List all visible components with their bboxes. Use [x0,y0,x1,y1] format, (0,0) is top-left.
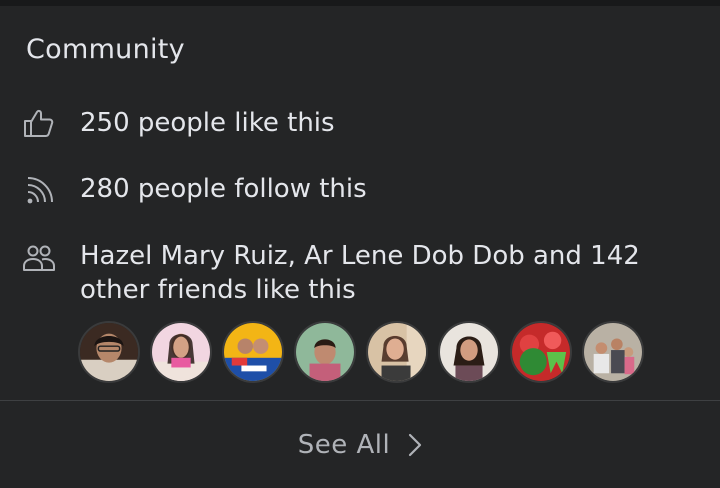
rss-feed-icon [22,174,56,208]
friend-avatar-2[interactable] [150,321,212,383]
chevron-right-icon [408,433,422,457]
people-icon [22,241,56,275]
community-card: Community 250 people like this 280 peopl… [0,6,720,488]
friends-like-text: Hazel Mary Ruiz, Ar Lene Dob Dob and 142… [80,241,640,305]
likes-count-text: 250 people like this [80,108,335,138]
friend-avatar-8[interactable] [582,321,644,383]
thumbs-up-icon [22,106,56,140]
friend-avatar-6[interactable] [438,321,500,383]
friend-avatar-3[interactable] [222,321,284,383]
see-all-button[interactable]: See All [0,402,720,488]
section-title: Community [26,34,185,65]
friend-avatar-7[interactable] [510,321,572,383]
friend-avatars-list [78,321,654,385]
friend-avatar-5[interactable] [366,321,428,383]
friend-avatar-1[interactable] [78,321,140,383]
divider [0,400,720,401]
follows-count-text: 280 people follow this [80,174,367,204]
friend-avatar-4[interactable] [294,321,356,383]
see-all-label: See All [297,430,391,460]
